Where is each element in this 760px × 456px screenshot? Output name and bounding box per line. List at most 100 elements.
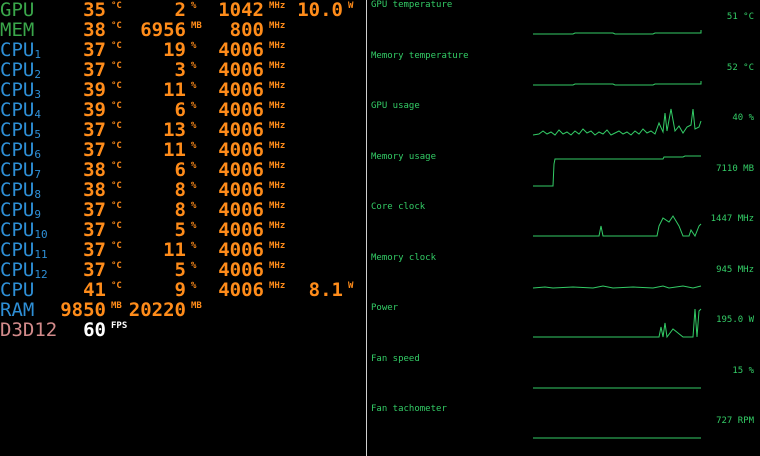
graph-title: Core clock (371, 202, 426, 212)
cpu-clock-unit: MHz (269, 61, 286, 71)
graph-line (532, 108, 702, 136)
cpu-usage-value: 8 (174, 199, 186, 221)
mem-used-unit: MB (191, 21, 202, 31)
gpu-usage-value: 2 (174, 0, 186, 21)
graph-line (533, 80, 702, 85)
cpu-total-temp-unit: °C (111, 281, 122, 291)
row-label: RAM (0, 300, 34, 320)
row-label-text: CPU (0, 259, 35, 281)
cpu-temp-unit: °C (111, 161, 122, 171)
cpu-core-row: CPU1 37 °C 19% 4006 MHz (0, 39, 366, 61)
ram-total-unit: MB (191, 301, 202, 311)
cpu-total-temp-value: 41 (83, 279, 106, 301)
cpu-usage-value: 8 (174, 179, 186, 201)
cpu-temp-value: 37 (83, 219, 106, 241)
cpu-usage-value: 6 (174, 99, 186, 121)
graph-value: 1447 MHz (710, 214, 754, 224)
cpu-usage-unit: % (191, 201, 197, 211)
cpu-core-row: CPU7 38 °C 6% 4006 MHz (0, 159, 366, 181)
cpu-temp-value: 37 (83, 199, 106, 221)
graph-value: 7110 MB (716, 163, 754, 174)
cpu-usage-value: 13 (163, 119, 186, 141)
graph-line (533, 30, 702, 35)
cpu-total-power-value: 8.1 (308, 279, 343, 301)
cpu-usage-value: 11 (163, 239, 186, 261)
cpu-total-usage-unit: % (191, 281, 197, 291)
row-label: MEM (0, 20, 34, 40)
graph-trace (533, 155, 701, 186)
cpu-core-row: CPU3 39 °C 11% 4006 MHz (0, 79, 366, 101)
cpu-clock-unit: MHz (269, 261, 286, 271)
row-label-text: CPU (0, 219, 35, 241)
cpu-usage-unit: % (191, 161, 197, 171)
row-label: D3D12 (0, 320, 57, 340)
graph-title: Fan speed (371, 353, 420, 364)
cpu-clock-unit: MHz (269, 121, 286, 131)
cpu-temp-value: 38 (83, 159, 106, 181)
fps-unit: FPS (111, 321, 128, 331)
cpu-clock-value: 4006 (218, 239, 264, 261)
cpu-usage-unit: % (191, 181, 197, 191)
graph-value: 727 RPM (716, 416, 754, 426)
cpu-temp-unit: °C (111, 201, 122, 211)
cpu-core-row: CPU12 37 °C 5% 4006 MHz (0, 259, 366, 281)
cpu-usage-unit: % (191, 41, 197, 51)
cpu-usage-unit: % (191, 61, 197, 71)
graph-value: 945 MHz (716, 264, 754, 275)
cpu-clock-unit: MHz (269, 81, 286, 91)
fps-value: 60 (83, 319, 106, 341)
cpu-usage-unit: % (191, 121, 197, 131)
cpu-usage-value: 11 (163, 79, 186, 101)
graph-title: Memory usage (371, 151, 437, 162)
graph-title: GPU temperature (371, 0, 453, 10)
gpu-clock-unit: MHz (269, 1, 286, 11)
row-label-text: CPU (0, 79, 35, 101)
mem-temp-value: 38 (83, 19, 106, 41)
cpu-usage-value: 19 (163, 39, 186, 61)
graph-trace (532, 108, 702, 136)
mem-row: MEM 38 °C 6956 MB 800 MHz (0, 20, 366, 40)
cpu-usage-unit: % (191, 81, 197, 91)
row-label: GPU (0, 0, 34, 20)
cpu-temp-unit: °C (111, 241, 122, 251)
row-label-text: GPU (0, 0, 35, 21)
cpu-usage-value: 5 (174, 259, 186, 281)
cpu-clock-value: 4006 (218, 199, 264, 221)
row-label-text: MEM (0, 19, 35, 41)
cpu-clock-value: 4006 (218, 59, 264, 81)
ram-used-value: 9850 (60, 299, 106, 321)
cpu-usage-value: 11 (163, 139, 186, 161)
ram-used-unit: MB (111, 301, 122, 311)
mem-temp-unit: °C (111, 21, 122, 31)
graph-trace (533, 308, 702, 339)
cpu-total-clock-unit: MHz (269, 281, 286, 291)
mem-clock-value: 800 (229, 19, 264, 41)
cpu-core-row: CPU4 39 °C 6% 4006 MHz (0, 99, 366, 121)
row-label-text: CPU (0, 179, 35, 201)
cpu-usage-unit: % (191, 221, 197, 231)
row-label-text: CPU (0, 159, 35, 181)
graph-title: GPU usage (371, 101, 420, 111)
gpu-usage-unit: % (191, 1, 197, 11)
cpu-core-row: CPU10 37 °C 5% 4006 MHz (0, 219, 366, 241)
cpu-clock-value: 4006 (218, 219, 264, 241)
graph-value: 195.0 W (716, 315, 754, 325)
mem-used-value: 6956 (140, 19, 186, 41)
cpu-clock-value: 4006 (218, 139, 264, 161)
cpu-clock-unit: MHz (269, 241, 286, 251)
graph-line (532, 284, 702, 289)
row-label-text: CPU (0, 59, 35, 81)
graph-trace (533, 80, 702, 85)
row-label-text: CPU (0, 279, 35, 301)
graph-title: Memory temperature (371, 50, 469, 61)
cpu-temp-unit: °C (111, 41, 122, 51)
cpu-temp-value: 37 (83, 119, 106, 141)
graph-trace (533, 30, 702, 35)
cpu-clock-value: 4006 (218, 179, 264, 201)
cpu-clock-unit: MHz (269, 161, 286, 171)
cpu-core-row: CPU9 37 °C 8% 4006 MHz (0, 199, 366, 221)
graph-trace (533, 215, 702, 238)
graph-title: Power (371, 303, 399, 313)
cpu-temp-unit: °C (111, 261, 122, 271)
cpu-core-row: CPU11 37 °C 11% 4006 MHz (0, 239, 366, 261)
